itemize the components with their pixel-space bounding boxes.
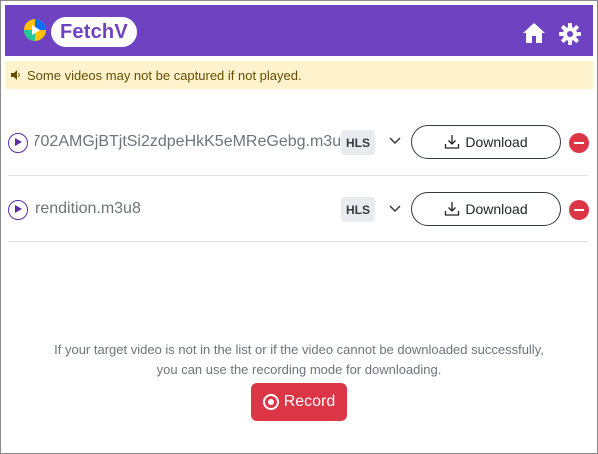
download-label: Download xyxy=(465,134,528,150)
play-icon[interactable] xyxy=(8,200,28,220)
notice-text: Some videos may not be captured if not p… xyxy=(27,67,302,83)
remove-icon[interactable] xyxy=(569,200,589,220)
record-hint: If your target video is not in the list … xyxy=(0,340,598,380)
download-button[interactable]: Download xyxy=(411,125,561,159)
record-icon xyxy=(262,394,279,410)
play-icon[interactable] xyxy=(8,133,28,153)
video-filename: 5702AMGjBTjtSi2zdpeHkK5eMReGebg.m3u8 xyxy=(35,133,350,150)
format-badge: HLS xyxy=(341,197,375,222)
download-icon xyxy=(445,135,460,149)
record-button[interactable]: Record xyxy=(251,383,347,421)
video-filename: rendition.m3u8 xyxy=(35,200,141,217)
record-hint-line2: you can use the recording mode for downl… xyxy=(156,362,442,377)
gear-icon[interactable] xyxy=(559,23,581,45)
speaker-icon xyxy=(11,70,20,80)
record-label: Record xyxy=(283,393,336,410)
download-icon xyxy=(445,202,460,216)
video-row: 5702AMGjBTjtSi2zdpeHkK5eMReGebg.m3u8 HLS… xyxy=(8,110,589,176)
fetchv-logo-icon xyxy=(22,15,50,45)
brand-name: FetchV xyxy=(51,17,137,47)
download-label: Download xyxy=(465,201,528,217)
notice-banner: Some videos may not be captured if not p… xyxy=(5,61,593,89)
format-badge: HLS xyxy=(341,130,375,155)
home-icon[interactable] xyxy=(522,22,546,44)
record-hint-line1: If your target video is not in the list … xyxy=(54,342,544,357)
remove-icon[interactable] xyxy=(569,133,589,153)
download-button[interactable]: Download xyxy=(411,192,561,226)
chevron-down-icon[interactable] xyxy=(389,205,401,213)
app-header: FetchV xyxy=(5,5,593,56)
chevron-down-icon[interactable] xyxy=(389,137,401,145)
video-row: rendition.m3u8 HLS Download xyxy=(8,176,589,242)
